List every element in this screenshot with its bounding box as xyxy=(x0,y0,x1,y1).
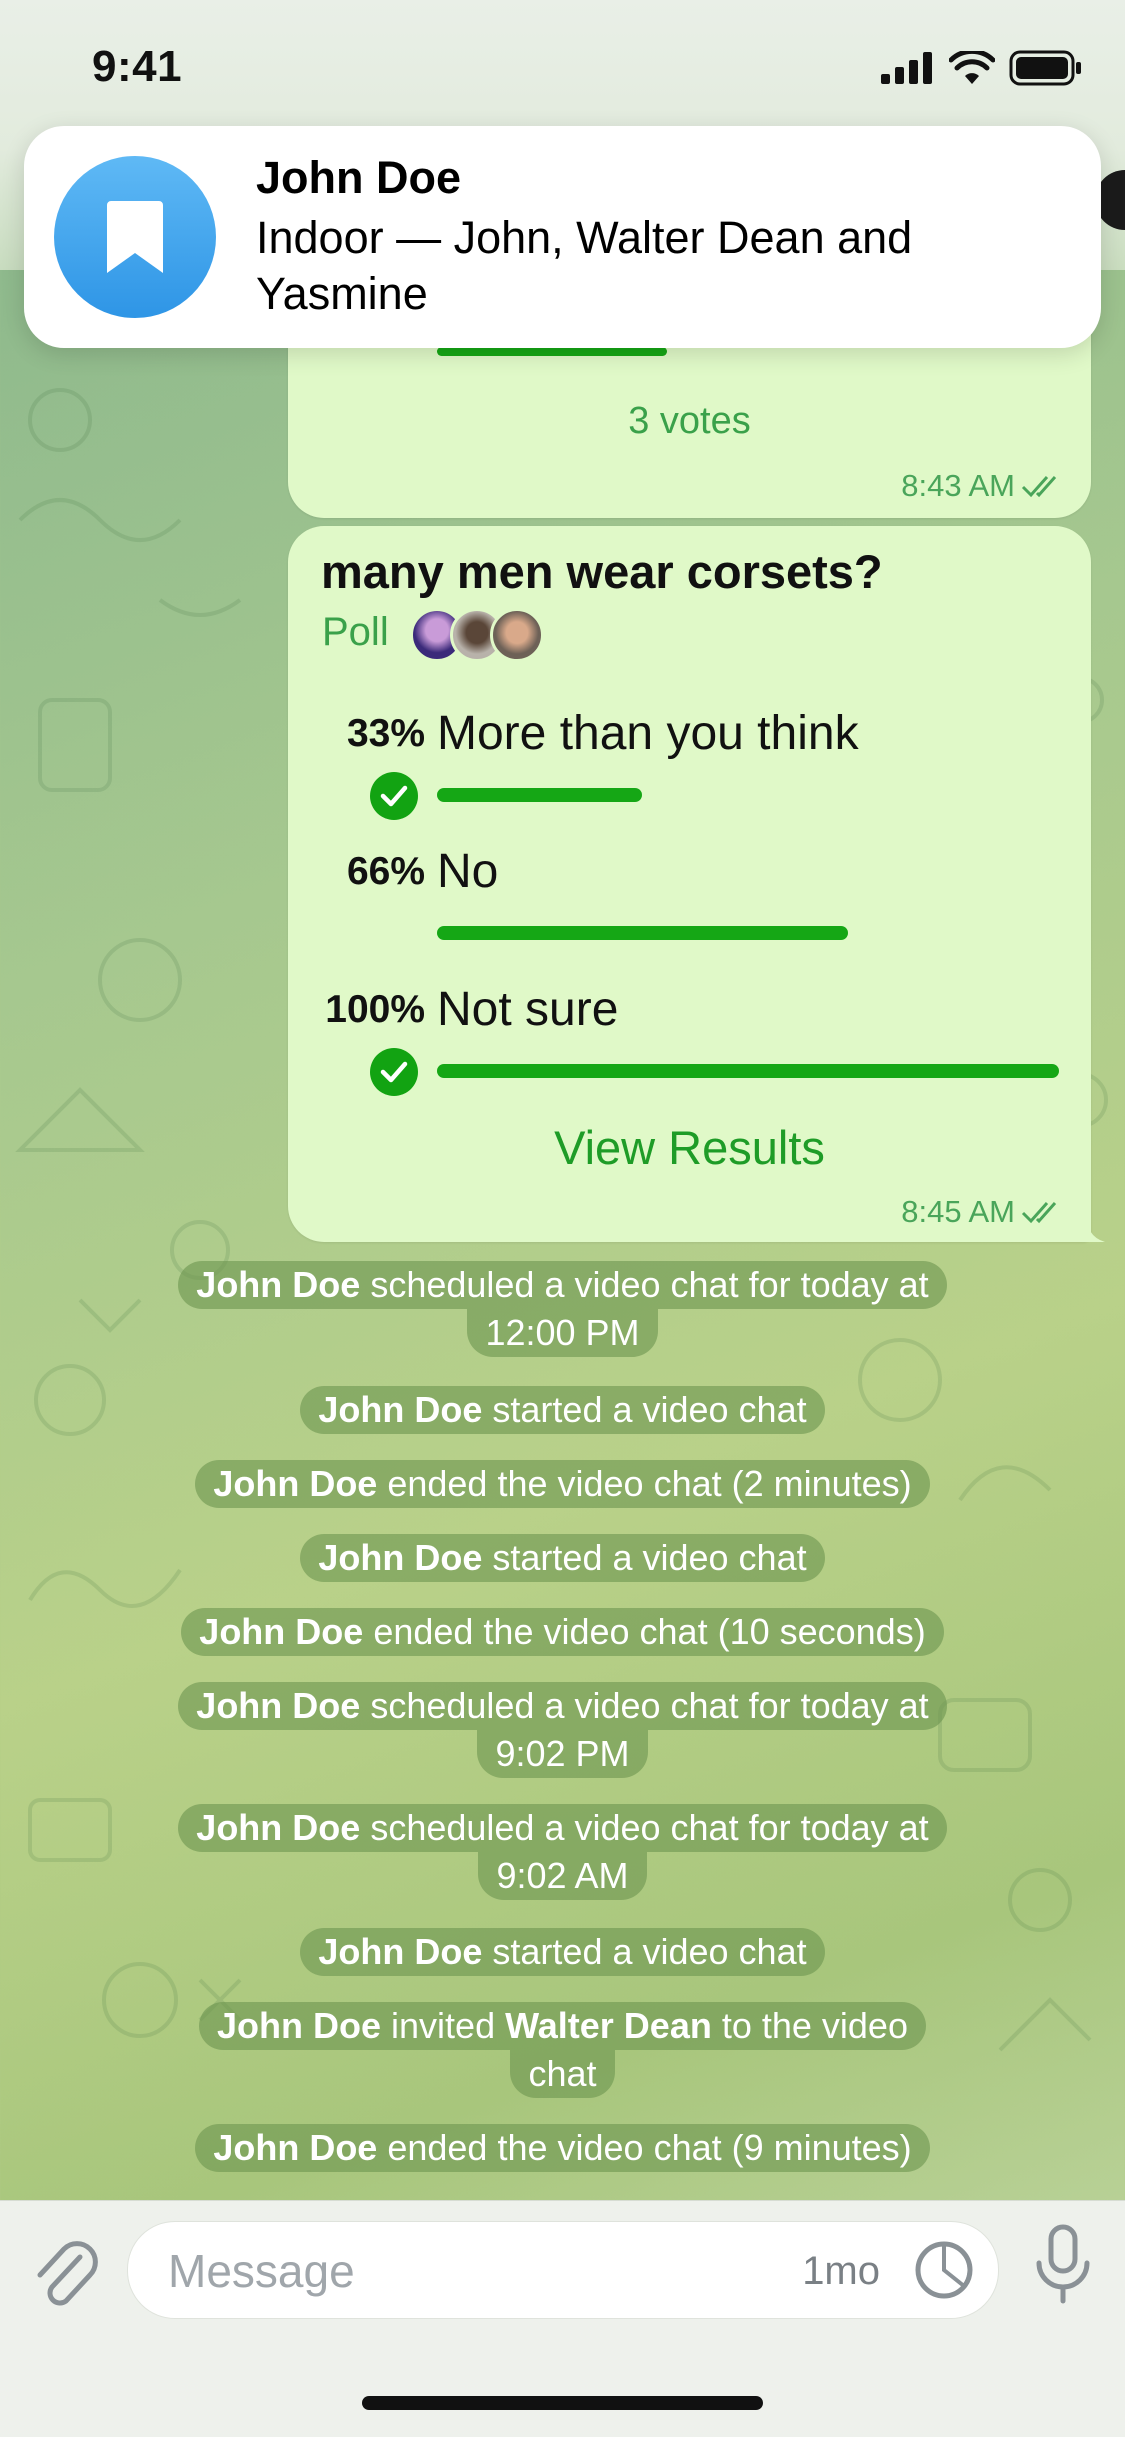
option-bar xyxy=(437,926,848,940)
service-text: ended the video chat (10 seconds) xyxy=(363,1611,926,1652)
actor-name[interactable]: John Doe xyxy=(199,1611,363,1652)
microphone-icon[interactable] xyxy=(1033,2223,1093,2307)
service-text: to the video xyxy=(711,2005,908,2046)
actor-name[interactable]: John Doe xyxy=(318,1537,482,1578)
auto-delete-timer-label[interactable]: 1mo xyxy=(802,2249,880,2294)
option-bar xyxy=(437,1064,1059,1078)
invited-name[interactable]: Walter Dean xyxy=(505,2005,712,2046)
poll-bubble[interactable]: many men wear corsets? Poll 33% More tha… xyxy=(288,526,1105,1242)
service-text: scheduled a video chat for today at xyxy=(360,1264,929,1305)
message-placeholder: Message xyxy=(168,2245,355,2297)
option-percent: 100% xyxy=(325,988,425,1031)
poll-option[interactable]: 100% Not sure xyxy=(288,983,1091,1108)
service-message: John Doe started a video chat xyxy=(0,1534,1125,1582)
notification-banner[interactable]: John Doe Indoor — John, Walter Dean and … xyxy=(24,126,1101,348)
previous-poll-bar xyxy=(437,347,667,356)
voter-avatars[interactable] xyxy=(410,608,544,662)
signal-icon xyxy=(881,52,932,84)
service-message: John Doe scheduled a video chat for toda… xyxy=(0,1682,1125,1778)
battery-icon xyxy=(1009,50,1081,86)
actor-name[interactable]: John Doe xyxy=(213,1463,377,1504)
time-label: 8:43 AM xyxy=(901,468,1015,503)
option-label: No xyxy=(437,845,499,898)
service-text: started a video chat xyxy=(482,1389,807,1430)
poll-type-label: Poll xyxy=(322,610,389,654)
actor-name[interactable]: John Doe xyxy=(318,1389,482,1430)
poll-option[interactable]: 33% More than you think xyxy=(288,707,1091,832)
option-percent: 66% xyxy=(346,850,425,893)
avatar xyxy=(490,608,544,662)
service-text: scheduled a video chat for today at xyxy=(360,1685,929,1726)
home-indicator[interactable] xyxy=(362,2396,763,2410)
service-message: John Doe started a video chat xyxy=(0,1386,1125,1434)
service-message: John Doe ended the video chat (9 minutes… xyxy=(0,2124,1125,2172)
service-text: ended the video chat (2 minutes) xyxy=(377,1463,912,1504)
service-message: John Doe invited Walter Dean to the vide… xyxy=(0,2002,1125,2098)
option-bar xyxy=(437,788,642,802)
service-text-line2: chat xyxy=(510,2050,615,2098)
service-text-line2: 12:00 PM xyxy=(467,1309,658,1357)
poll-question: many men wear corsets? xyxy=(321,545,883,598)
view-results-button[interactable]: View Results xyxy=(288,1120,1091,1175)
service-message: John Doe ended the video chat (10 second… xyxy=(0,1608,1125,1656)
message-time: 8:43 AM xyxy=(901,468,1065,504)
service-text: scheduled a video chat for today at xyxy=(360,1807,929,1848)
double-check-icon xyxy=(1021,1202,1057,1224)
message-time: 8:45 AM xyxy=(901,1194,1065,1230)
poll-option[interactable]: 66% No xyxy=(288,845,1091,970)
check-icon xyxy=(370,1048,418,1096)
status-time: 9:41 xyxy=(92,42,183,91)
bubble-tail xyxy=(1075,1212,1105,1242)
actor-name[interactable]: John Doe xyxy=(196,1807,360,1848)
actor-name[interactable]: John Doe xyxy=(318,1931,482,1972)
attach-icon[interactable] xyxy=(30,2235,100,2315)
service-message: John Doe started a video chat xyxy=(0,1928,1125,1976)
actor-name[interactable]: John Doe xyxy=(196,1685,360,1726)
option-label: Not sure xyxy=(437,983,619,1036)
service-message: John Doe scheduled a video chat for toda… xyxy=(0,1804,1125,1900)
option-label: More than you think xyxy=(437,707,859,760)
service-text-line2: 9:02 AM xyxy=(478,1852,647,1900)
service-text-line2: 9:02 PM xyxy=(477,1730,648,1778)
votes-count: 3 votes xyxy=(628,400,751,442)
bookmark-icon xyxy=(54,156,216,318)
service-message: John Doe ended the video chat (2 minutes… xyxy=(0,1460,1125,1508)
service-text: started a video chat xyxy=(482,1537,807,1578)
notification-title: John Doe xyxy=(256,152,462,203)
option-percent: 33% xyxy=(346,712,425,755)
actor-name[interactable]: John Doe xyxy=(213,2127,377,2168)
service-text: started a video chat xyxy=(482,1931,807,1972)
actor-name[interactable]: John Doe xyxy=(196,1264,360,1305)
timer-icon[interactable] xyxy=(912,2238,976,2302)
time-label: 8:45 AM xyxy=(901,1194,1015,1229)
wifi-icon xyxy=(949,51,995,84)
service-text: ended the video chat (9 minutes) xyxy=(377,2127,912,2168)
actor-name[interactable]: John Doe xyxy=(217,2005,381,2046)
double-check-icon xyxy=(1021,476,1057,498)
notification-body: Indoor — John, Walter Dean and Yasmine xyxy=(256,212,913,319)
message-input[interactable]: Message 1mo xyxy=(127,2221,999,2319)
service-message: John Doe scheduled a video chat for toda… xyxy=(0,1261,1125,1357)
status-icons xyxy=(881,50,1083,86)
service-text: invited xyxy=(381,2005,506,2046)
check-icon xyxy=(370,772,418,820)
